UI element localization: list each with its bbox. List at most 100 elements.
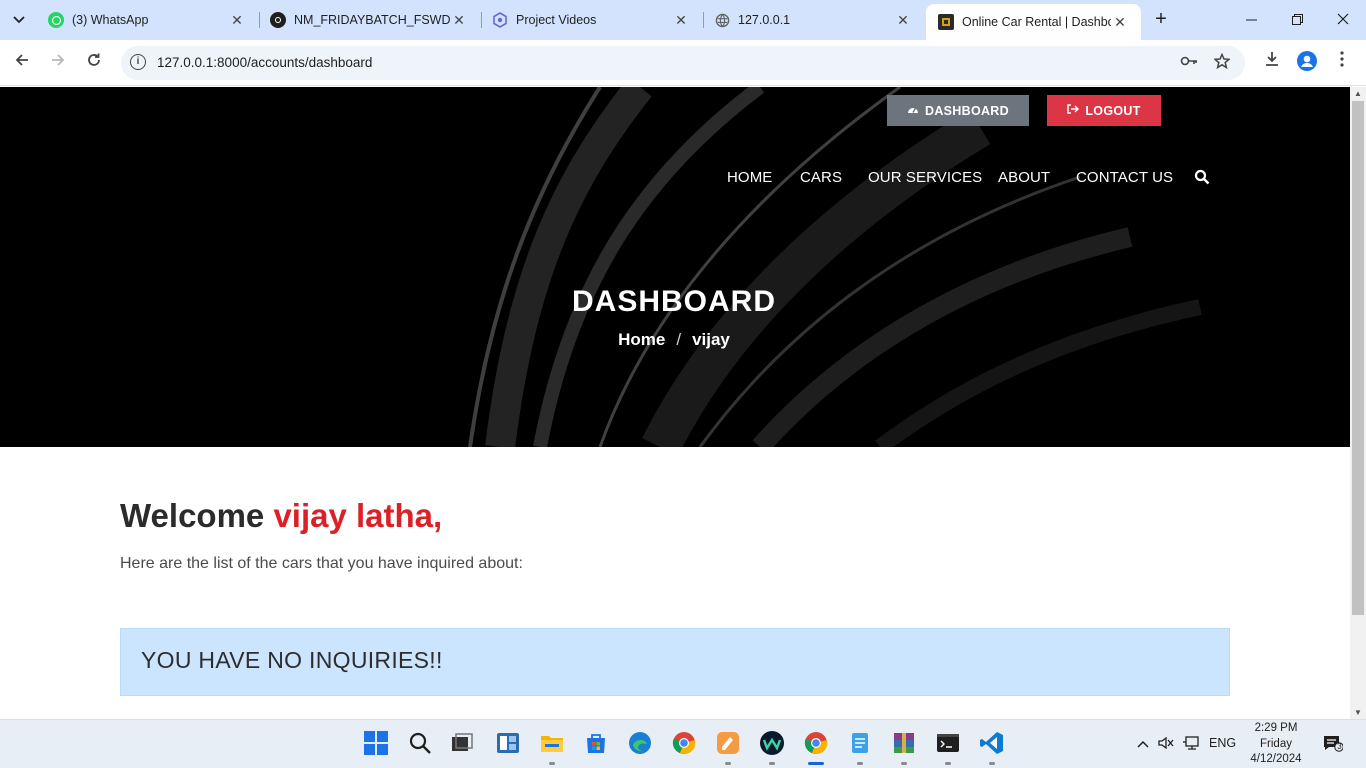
edge-browser-icon[interactable] [627, 730, 653, 756]
language-indicator[interactable]: ENG [1209, 736, 1236, 750]
close-tab-icon[interactable]: ✕ [450, 12, 468, 29]
chrome-active-icon[interactable] [803, 730, 829, 756]
scroll-up-arrow-icon[interactable]: ▲ [1354, 89, 1362, 98]
chrome-icon[interactable] [671, 730, 697, 756]
nav-contact-us[interactable]: CONTACT US [1076, 169, 1173, 186]
microsoft-store-icon[interactable] [583, 730, 609, 756]
volume-muted-icon[interactable] [1158, 736, 1174, 753]
winrar-icon[interactable] [891, 730, 917, 756]
close-window-button[interactable] [1320, 6, 1366, 34]
new-tab-button[interactable]: + [1150, 8, 1172, 32]
show-hidden-icons-chevron-icon[interactable] [1137, 736, 1149, 751]
dashboard-gauge-icon [907, 104, 919, 117]
file-explorer-icon[interactable] [539, 730, 565, 756]
nav-cars[interactable]: CARS [800, 169, 842, 186]
task-view-icon[interactable] [449, 730, 475, 756]
running-indicator [769, 762, 775, 765]
browser-toolbar: i 127.0.0.1:8000/accounts/dashboard [0, 40, 1366, 86]
tab-title: Online Car Rental | Dashboa [962, 15, 1111, 29]
vscode-icon[interactable] [979, 730, 1005, 756]
download-icon[interactable] [1260, 51, 1284, 75]
clock-time: 2:29 PM [1254, 722, 1298, 734]
nav-about[interactable]: ABOUT [998, 169, 1050, 186]
tab-online-car-rental[interactable]: Online Car Rental | Dashboa ✕ [926, 4, 1141, 40]
close-tab-icon[interactable]: ✕ [1111, 14, 1129, 31]
close-tab-icon[interactable]: ✕ [894, 12, 912, 29]
scroll-thumb[interactable] [1352, 101, 1364, 615]
password-key-icon[interactable] [1179, 53, 1199, 73]
welcome-user-name: vijay latha, [273, 497, 443, 534]
terminal-icon[interactable] [935, 730, 961, 756]
running-indicator [725, 762, 731, 765]
tab-title: NM_FRIDAYBATCH_FSWD_P [294, 13, 450, 27]
breadcrumb-current: vijay [692, 330, 730, 349]
nav-home[interactable]: HOME [727, 169, 772, 186]
clock[interactable]: 2:29 PM Friday 4/12/2024 [1246, 721, 1306, 768]
forward-button[interactable] [46, 51, 70, 75]
breadcrumb: Home / vijay [0, 330, 1348, 350]
close-tab-icon[interactable]: ✕ [228, 12, 246, 29]
dashboard-button[interactable]: DASHBOARD [887, 95, 1029, 126]
notification-count: 3 [1337, 742, 1342, 751]
address-bar[interactable]: i 127.0.0.1:8000/accounts/dashboard [121, 46, 1245, 80]
tab-strip: (3) WhatsApp ✕ NM_FRIDAYBATCH_FSWD_P ✕ P… [0, 0, 1366, 40]
sign-out-icon [1067, 104, 1080, 117]
back-button[interactable] [10, 51, 34, 75]
welcome-heading: Welcome vijay latha, [120, 497, 442, 535]
notification-center-icon[interactable]: 3 [1323, 734, 1344, 752]
alert-text: YOU HAVE NO INQUIRIES!! [141, 647, 443, 673]
logout-button[interactable]: LOGOUT [1047, 95, 1161, 126]
profile-avatar-icon[interactable] [1295, 51, 1319, 75]
paint-app-icon[interactable] [715, 730, 741, 756]
page-title: DASHBOARD [572, 285, 776, 318]
running-indicator [549, 762, 555, 765]
github-icon [270, 12, 286, 28]
reload-button[interactable] [82, 51, 106, 75]
start-windows-icon[interactable] [363, 730, 389, 756]
notepad-icon[interactable] [847, 730, 873, 756]
tab-github[interactable]: NM_FRIDAYBATCH_FSWD_P ✕ [258, 0, 480, 40]
breadcrumb-home[interactable]: Home [618, 330, 665, 349]
url-text: 127.0.0.1:8000/accounts/dashboard [157, 55, 373, 70]
clock-date: 4/12/2024 [1250, 753, 1302, 765]
site-info-icon[interactable]: i [130, 54, 146, 70]
tab-title: 127.0.0.1 [738, 13, 791, 27]
logout-button-label: LOGOUT [1085, 103, 1141, 118]
taskbar: ENG 2:29 PM Friday 4/12/2024 3 [0, 719, 1366, 768]
no-inquiries-alert: YOU HAVE NO INQUIRIES!! [120, 628, 1230, 696]
tab-title: Project Videos [516, 13, 597, 27]
site-logo-icon [938, 14, 954, 30]
hero-background-streaks [468, 87, 1202, 447]
tab-whatsapp[interactable]: (3) WhatsApp ✕ [36, 0, 258, 40]
bookmark-star-icon[interactable] [1212, 52, 1232, 73]
globe-icon [714, 12, 730, 28]
running-indicator [857, 762, 863, 765]
minimize-button[interactable] [1228, 6, 1274, 34]
tab-search-chevron-icon[interactable] [6, 8, 32, 32]
inquiries-intro: Here are the list of the cars that you h… [120, 555, 523, 572]
tab-project-videos[interactable]: Project Videos ✕ [480, 0, 702, 40]
search-icon[interactable] [1194, 169, 1212, 187]
tab-localhost[interactable]: 127.0.0.1 ✕ [702, 0, 924, 40]
page-scrollbar[interactable]: ▲ ▼ [1350, 87, 1366, 719]
welcome-prefix: Welcome [120, 497, 274, 534]
widgets-icon[interactable] [495, 730, 521, 756]
dashboard-button-label: DASHBOARD [925, 103, 1009, 118]
webex-icon[interactable] [759, 730, 785, 756]
restore-button[interactable] [1274, 6, 1320, 34]
hero-banner: DASHBOARD LOGOUT HOME CARS OUR SERVICES … [0, 87, 1350, 447]
nav-our-services[interactable]: OUR SERVICES [868, 169, 982, 186]
running-indicator [901, 762, 907, 765]
running-indicator [945, 762, 951, 765]
network-icon[interactable] [1183, 736, 1201, 753]
taskbar-search-icon[interactable] [407, 730, 433, 756]
browser-menu-icon[interactable] [1330, 51, 1354, 75]
main-nav: HOME CARS OUR SERVICES ABOUT CONTACT US [0, 169, 1350, 189]
close-tab-icon[interactable]: ✕ [672, 12, 690, 29]
running-indicator [989, 762, 995, 765]
whatsapp-icon [48, 12, 64, 28]
breadcrumb-separator: / [676, 330, 682, 349]
clock-day: Friday [1260, 737, 1292, 750]
scroll-down-arrow-icon[interactable]: ▼ [1354, 708, 1362, 717]
active-indicator [808, 762, 824, 765]
